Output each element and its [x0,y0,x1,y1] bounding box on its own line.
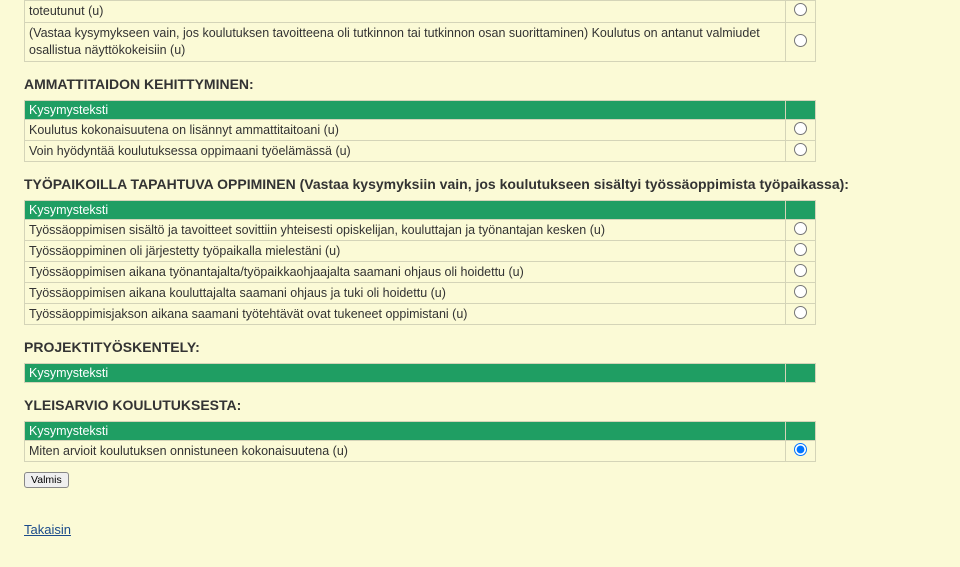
header-label: Kysymysteksti [25,363,786,382]
question-text: Koulutus kokonaisuutena on lisännyt amma… [25,119,786,140]
answer-radio[interactable] [794,285,807,298]
table-row: Työssäoppiminen oli järjestetty työpaika… [25,240,816,261]
section-table: Kysymysteksti Miten arvioit koulutuksen … [24,421,816,462]
header-radio-col [785,200,815,219]
radio-cell [785,261,815,282]
question-text: Työssäoppiminen oli järjestetty työpaika… [25,240,786,261]
header-label: Kysymysteksti [25,200,786,219]
pre-rows-table: toteutunut (u) (Vastaa kysymykseen vain,… [24,0,816,62]
question-text: Työssäoppimisjakson aikana saamani työte… [25,303,786,324]
table-row: Työssäoppimisen aikana työnantajalta/työ… [25,261,816,282]
question-text: Työssäoppimisen sisältö ja tavoitteet so… [25,219,786,240]
question-text: toteutunut (u) [25,1,786,23]
section-table: Kysymysteksti Koulutus kokonaisuutena on… [24,100,816,162]
table-row: Miten arvioit koulutuksen onnistuneen ko… [25,440,816,461]
table-row: (Vastaa kysymykseen vain, jos koulutukse… [25,22,816,61]
question-text: Miten arvioit koulutuksen onnistuneen ko… [25,440,786,461]
submit-button[interactable]: Valmis [24,472,69,488]
radio-cell [785,240,815,261]
question-text: Työssäoppimisen aikana työnantajalta/työ… [25,261,786,282]
question-text: Voin hyödyntää koulutuksessa oppimaani t… [25,140,786,161]
header-radio-col [785,363,815,382]
section-title: AMMATTITAIDON KEHITTYMINEN: [24,76,936,92]
header-label: Kysymysteksti [25,100,786,119]
answer-radio[interactable] [794,34,807,47]
answer-radio[interactable] [794,306,807,319]
section-title: TYÖPAIKOILLA TAPAHTUVA OPPIMINEN (Vastaa… [24,176,936,192]
header-radio-col [785,100,815,119]
question-text: Työssäoppimisen aikana kouluttajalta saa… [25,282,786,303]
section-title: YLEISARVIO KOULUTUKSESTA: [24,397,936,413]
header-radio-col [785,421,815,440]
table-row: toteutunut (u) [25,1,816,23]
radio-cell [785,303,815,324]
answer-radio[interactable] [794,243,807,256]
table-row: Työssäoppimisjakson aikana saamani työte… [25,303,816,324]
table-row: Työssäoppimisen sisältö ja tavoitteet so… [25,219,816,240]
table-row: Työssäoppimisen aikana kouluttajalta saa… [25,282,816,303]
radio-cell [785,219,815,240]
radio-cell [785,119,815,140]
section-table: Kysymysteksti [24,363,816,383]
page: toteutunut (u) (Vastaa kysymykseen vain,… [0,0,960,567]
radio-cell [785,282,815,303]
answer-radio[interactable] [794,443,807,456]
table-row: Voin hyödyntää koulutuksessa oppimaani t… [25,140,816,161]
radio-cell [785,440,815,461]
answer-radio[interactable] [794,222,807,235]
back-link[interactable]: Takaisin [24,522,71,537]
answer-radio[interactable] [794,3,807,16]
answer-radio[interactable] [794,143,807,156]
section-title: PROJEKTITYÖSKENTELY: [24,339,936,355]
section-table: Kysymysteksti Työssäoppimisen sisältö ja… [24,200,816,325]
answer-radio[interactable] [794,264,807,277]
header-label: Kysymysteksti [25,421,786,440]
radio-cell [785,1,815,23]
radio-cell [785,140,815,161]
radio-cell [785,22,815,61]
table-row: Koulutus kokonaisuutena on lisännyt amma… [25,119,816,140]
answer-radio[interactable] [794,122,807,135]
question-text: (Vastaa kysymykseen vain, jos koulutukse… [25,22,786,61]
